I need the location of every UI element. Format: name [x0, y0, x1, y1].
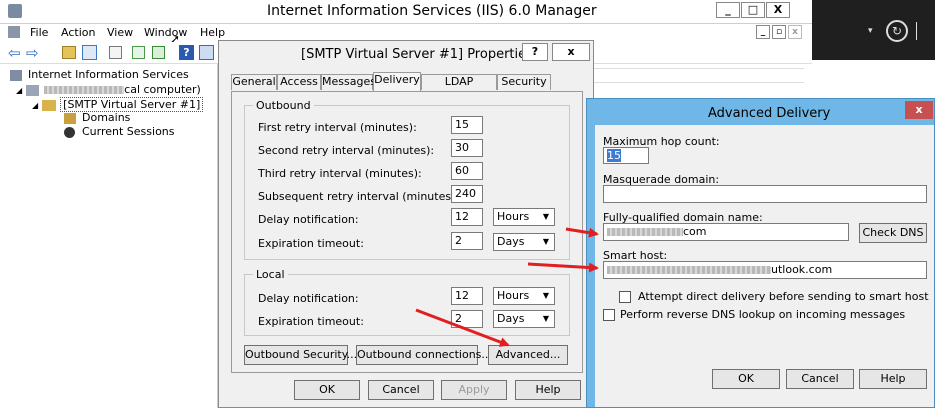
annotation-arrows	[415, 227, 599, 347]
screen: ▾ ↻ Internet Information Services (IIS) …	[0, 0, 935, 408]
arrow-to-smart-host	[527, 262, 599, 273]
arrow-to-fqdn	[565, 227, 599, 238]
tab-delivery[interactable]: Delivery	[373, 72, 421, 91]
arrow-to-advanced	[415, 308, 510, 347]
